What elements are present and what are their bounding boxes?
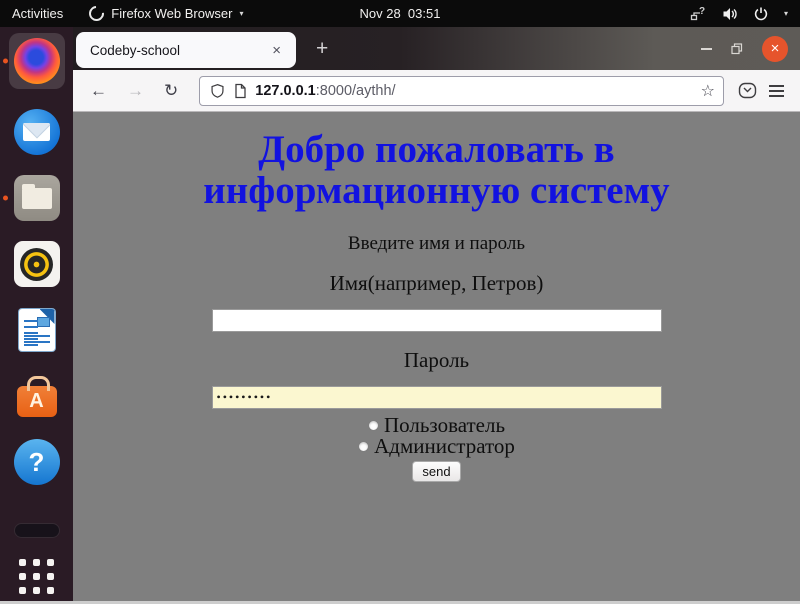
dock-item-help[interactable]: ? (9, 439, 65, 485)
restore-button[interactable] (731, 43, 743, 55)
web-page: Добро пожаловать в информационную систем… (73, 112, 800, 604)
menu-icon[interactable] (763, 81, 790, 101)
forward-button[interactable]: → (120, 78, 151, 104)
apps-grid-icon (19, 559, 54, 594)
firefox-icon (14, 38, 60, 84)
back-button[interactable]: ← (83, 78, 114, 104)
running-indicator (3, 59, 8, 64)
url-text[interactable]: 127.0.0.1:8000/aythh/ (255, 83, 692, 99)
page-title: Добро пожаловать в информационную систем… (73, 130, 800, 212)
dock-item-rhythmbox[interactable] (9, 241, 65, 287)
window-controls: × (701, 36, 788, 62)
dock-item-ubuntu-software[interactable]: A (9, 373, 65, 419)
libreoffice-writer-icon (19, 309, 55, 351)
tab-codeby-school[interactable]: Codeby-school × (76, 32, 296, 68)
svg-text:?: ? (699, 6, 705, 17)
password-input[interactable] (212, 386, 662, 409)
app-menu[interactable]: Firefox Web Browser ▾ (89, 6, 243, 21)
new-tab-button[interactable]: + (310, 37, 334, 61)
dock-item-libreoffice-writer[interactable] (9, 307, 65, 353)
terminal-icon (14, 523, 60, 538)
dock: A ? (0, 27, 73, 604)
reload-button[interactable]: ↻ (157, 78, 185, 104)
radio-admin-label: Администратор (374, 437, 515, 456)
show-applications-button[interactable] (9, 558, 65, 594)
dock-item-files[interactable] (9, 175, 65, 221)
dock-item-firefox[interactable] (9, 33, 65, 89)
caret-down-icon: ▾ (784, 9, 788, 18)
screen: Activities Firefox Web Browser ▾ Nov 28 … (0, 0, 800, 604)
thunderbird-icon (14, 109, 60, 155)
intro-text: Введите имя и пароль (73, 233, 800, 255)
files-icon (14, 175, 60, 221)
password-label: Пароль (73, 348, 800, 373)
browser-window: Codeby-school × + × ← → ↻ (73, 27, 800, 604)
rhythmbox-icon (14, 241, 60, 287)
minimize-button[interactable] (701, 48, 712, 50)
volume-icon (722, 6, 738, 22)
navigation-toolbar: ← → ↻ 127.0.0.1:8000/aythh/ ☆ (73, 70, 800, 112)
shield-icon[interactable] (210, 83, 225, 99)
url-bar[interactable]: 127.0.0.1:8000/aythh/ ☆ (199, 76, 724, 106)
app-menu-caret-icon: ▾ (239, 9, 243, 18)
tab-close-icon[interactable]: × (267, 40, 286, 61)
activities-button[interactable]: Activities (12, 6, 63, 21)
bookmark-star-icon[interactable]: ☆ (701, 81, 715, 101)
top-panel: Activities Firefox Web Browser ▾ Nov 28 … (0, 0, 800, 27)
url-path: :8000/aythh/ (316, 83, 396, 99)
power-icon (753, 6, 769, 22)
page-icon (233, 83, 247, 99)
close-window-button[interactable]: × (762, 36, 788, 62)
radio-user-label: Пользователь (384, 416, 505, 435)
tab-bar: Codeby-school × + × (73, 27, 800, 70)
send-button[interactable]: send (412, 461, 460, 482)
network-question-icon: ? (690, 6, 707, 22)
page-title-line2: информационную систему (73, 171, 800, 212)
help-icon: ? (14, 439, 60, 485)
name-label: Имя(например, Петров) (73, 271, 800, 296)
tab-title: Codeby-school (90, 43, 267, 58)
ubuntu-software-icon: A (17, 386, 57, 417)
pocket-icon[interactable] (738, 81, 757, 100)
radio-option-user[interactable]: Пользователь (73, 416, 800, 435)
dock-item-terminal[interactable] (9, 522, 65, 538)
page-title-line1: Добро пожаловать в (73, 130, 800, 171)
firefox-menu-icon (86, 3, 107, 24)
radio-admin[interactable] (358, 441, 369, 452)
radio-user[interactable] (368, 420, 379, 431)
radio-option-admin[interactable]: Администратор (73, 437, 800, 456)
name-input[interactable] (212, 309, 662, 332)
app-menu-label: Firefox Web Browser (111, 6, 232, 21)
url-host: 127.0.0.1 (255, 83, 315, 99)
system-tray[interactable]: ? ▾ (690, 6, 788, 22)
dock-item-thunderbird[interactable] (9, 109, 65, 155)
running-indicator (3, 196, 8, 201)
